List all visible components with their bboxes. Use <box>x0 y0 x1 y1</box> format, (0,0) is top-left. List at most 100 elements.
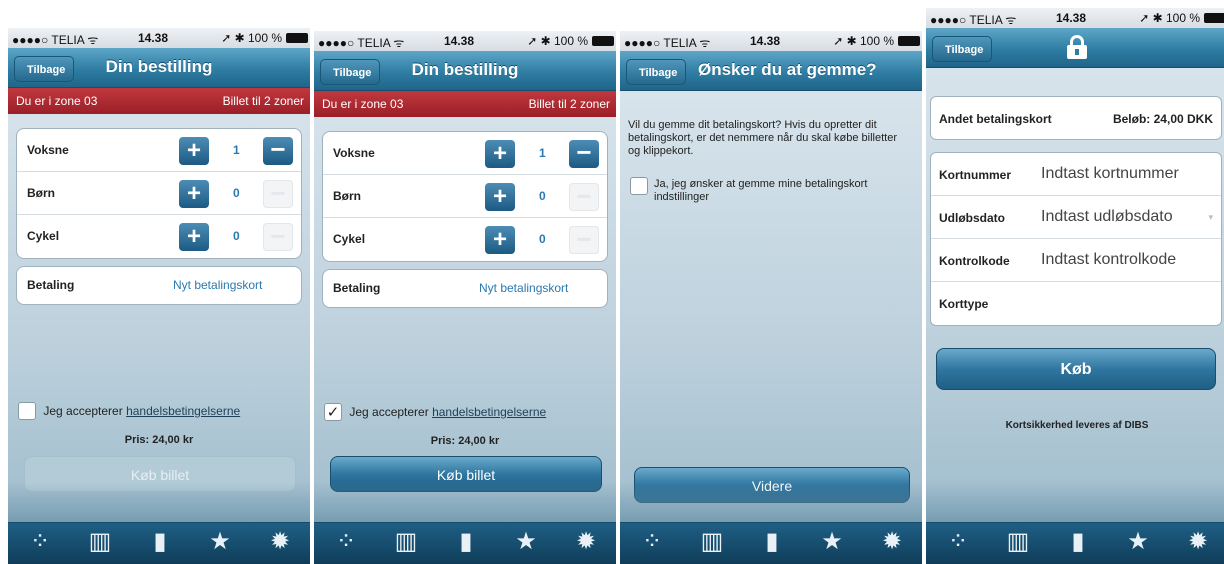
amount-card: Andet betalingskort Beløb: 24,00 DKK <box>930 96 1222 140</box>
payment-row[interactable]: Betaling Nyt betalingskort <box>17 267 301 304</box>
city-skyline-decoration <box>314 482 616 522</box>
minus-button[interactable]: − <box>263 136 293 165</box>
plus-button[interactable]: + <box>485 226 515 254</box>
settings-gear-icon[interactable]: ✹ <box>1170 523 1224 564</box>
carrier-signal: ●●●●○ TELIA ᯤ <box>624 36 711 50</box>
chevron-down-icon: ▾ <box>1208 212 1213 222</box>
status-bar: ●●●●○ TELIA ᯤ 14.38 ➚ ✱ 100 % <box>620 31 922 51</box>
payment-card[interactable]: Betaling Nyt betalingskort <box>322 269 608 308</box>
passenger-row-children: Børn + 0 − <box>17 172 301 215</box>
map-icon[interactable]: ▥ <box>684 523 740 564</box>
security-note: Kortsikkerhed leveres af DIBS <box>1005 420 1149 431</box>
zones-icon[interactable]: ⁘ <box>930 523 986 564</box>
carrier-signal: ●●●●○ TELIA ᯤ <box>12 33 99 47</box>
zones-icon[interactable]: ⁘ <box>12 523 68 564</box>
ticket-icon[interactable]: ▮ <box>744 523 800 564</box>
lock-icon <box>1066 35 1088 59</box>
favorites-star-icon[interactable]: ★ <box>498 523 554 564</box>
payment-label: Betaling <box>333 281 381 295</box>
clock: 14.38 <box>138 31 169 45</box>
status-bar: ●●●●○ TELIA ᯤ 14.38 ➚ ✱ 100 % <box>926 8 1224 28</box>
zones-icon[interactable]: ⁘ <box>624 523 680 564</box>
carrier-signal: ●●●●○ TELIA ᯤ <box>318 36 405 50</box>
payment-method-value[interactable]: Nyt betalingskort <box>173 278 262 292</box>
settings-gear-icon[interactable]: ✹ <box>558 523 614 564</box>
terms-checkbox[interactable] <box>18 402 36 420</box>
passenger-row-bicycle: Cykel + 0 − <box>323 218 607 261</box>
plus-button[interactable]: + <box>179 137 209 165</box>
field-label: Kortnummer <box>939 168 1012 182</box>
map-icon[interactable]: ▥ <box>378 523 434 564</box>
terms-prefix: Jeg accepterer <box>43 404 123 418</box>
ticket-icon[interactable]: ▮ <box>1050 523 1106 564</box>
battery-status: ➚ ✱ 100 % <box>833 34 894 48</box>
main-content: Vil du gemme dit betalingskort? Hvis du … <box>620 91 922 522</box>
battery-icon <box>286 33 308 43</box>
favorites-star-icon[interactable]: ★ <box>1110 523 1166 564</box>
price-label: Pris: 24,00 kr <box>430 435 500 447</box>
cvc-row[interactable]: Kontrolkode Indtast kontrolkode <box>931 239 1221 282</box>
field-label: Korttype <box>939 297 989 311</box>
favorites-star-icon[interactable]: ★ <box>804 523 860 564</box>
plus-button[interactable]: + <box>485 183 515 211</box>
payment-method-value[interactable]: Nyt betalingskort <box>479 281 568 295</box>
cvc-input[interactable]: Indtast kontrolkode <box>1041 251 1176 269</box>
card-number-input[interactable]: Indtast kortnummer <box>1041 165 1179 183</box>
settings-gear-icon[interactable]: ✹ <box>252 523 308 564</box>
plus-button[interactable]: + <box>485 140 515 168</box>
row-label: Voksne <box>27 143 69 157</box>
clock: 14.38 <box>1056 11 1087 25</box>
passenger-list: Voksne + 1 − Børn + 0 − Cykel + 0 − <box>16 128 302 259</box>
save-card-checkbox[interactable] <box>630 177 648 195</box>
zones-icon[interactable]: ⁘ <box>318 523 374 564</box>
plus-button[interactable]: + <box>179 223 209 251</box>
terms-text: Jeg accepterer handelsbetingelserne <box>43 404 240 418</box>
terms-link[interactable]: handelsbetingelserne <box>432 405 546 419</box>
main-content: Du er i zone 03 Billet til 2 zoner Voksn… <box>8 88 310 522</box>
expiry-input[interactable]: Indtast udløbsdato <box>1041 208 1173 226</box>
page-title: Din bestilling <box>105 57 213 76</box>
expiry-row[interactable]: Udløbsdato Indtast udløbsdato ▾ <box>931 196 1221 239</box>
screen-order-checked: ●●●●○ TELIA ᯤ 14.38 ➚ ✱ 100 % Tilbage Di… <box>314 31 616 564</box>
ticket-zones-label: Billet til 2 zoner <box>222 94 304 108</box>
back-button[interactable]: Tilbage <box>932 36 993 62</box>
passenger-row-adults: Voksne + 1 − <box>17 129 301 172</box>
save-card-checkbox-row[interactable]: Ja, jeg ønsker at gemme mine betalingsko… <box>630 177 910 204</box>
map-icon[interactable]: ▥ <box>990 523 1046 564</box>
minus-button-disabled: − <box>569 226 599 254</box>
save-card-description: Vil du gemme dit betalingskort? Hvis du … <box>628 119 898 157</box>
settings-gear-icon[interactable]: ✹ <box>864 523 920 564</box>
clock: 14.38 <box>750 34 781 48</box>
buy-button[interactable]: Køb <box>936 348 1216 390</box>
terms-checkbox-row[interactable]: Jeg accepterer handelsbetingelserne <box>18 402 240 420</box>
payment-card[interactable]: Betaling Nyt betalingskort <box>16 266 302 305</box>
favorites-star-icon[interactable]: ★ <box>192 523 248 564</box>
card-form: Kortnummer Indtast kortnummer Udløbsdato… <box>930 152 1222 326</box>
terms-checkbox-checked[interactable]: ✓ <box>324 403 342 421</box>
battery-icon <box>898 36 920 46</box>
terms-link[interactable]: handelsbetingelserne <box>126 404 240 418</box>
map-icon[interactable]: ▥ <box>72 523 128 564</box>
ticket-icon[interactable]: ▮ <box>438 523 494 564</box>
minus-button-disabled: − <box>263 223 293 251</box>
minus-button-disabled: − <box>569 183 599 211</box>
plus-button[interactable]: + <box>179 180 209 208</box>
card-number-row[interactable]: Kortnummer Indtast kortnummer <box>931 153 1221 196</box>
save-card-label: Ja, jeg ønsker at gemme mine betalingsko… <box>654 178 868 203</box>
terms-checkbox-row[interactable]: ✓ Jeg accepterer handelsbetingelserne <box>324 403 546 421</box>
quantity-value: 0 <box>539 189 546 203</box>
terms-prefix: Jeg accepterer <box>349 405 429 419</box>
card-type-title: Andet betalingskort <box>939 112 1052 126</box>
payment-row[interactable]: Betaling Nyt betalingskort <box>323 270 607 307</box>
city-skyline-decoration <box>926 482 1224 522</box>
ticket-zones-label: Billet til 2 zoner <box>528 97 610 111</box>
zone-label: Du er i zone 03 <box>322 97 404 111</box>
card-type-row[interactable]: Korttype <box>931 282 1221 325</box>
ticket-icon[interactable]: ▮ <box>132 523 188 564</box>
main-content: Andet betalingskort Beløb: 24,00 DKK Kor… <box>926 68 1224 522</box>
quantity-value: 1 <box>233 143 240 157</box>
minus-button[interactable]: − <box>569 139 599 168</box>
quantity-value: 0 <box>233 229 240 243</box>
passenger-row-children: Børn + 0 − <box>323 175 607 218</box>
back-button[interactable]: Tilbage <box>626 59 687 85</box>
